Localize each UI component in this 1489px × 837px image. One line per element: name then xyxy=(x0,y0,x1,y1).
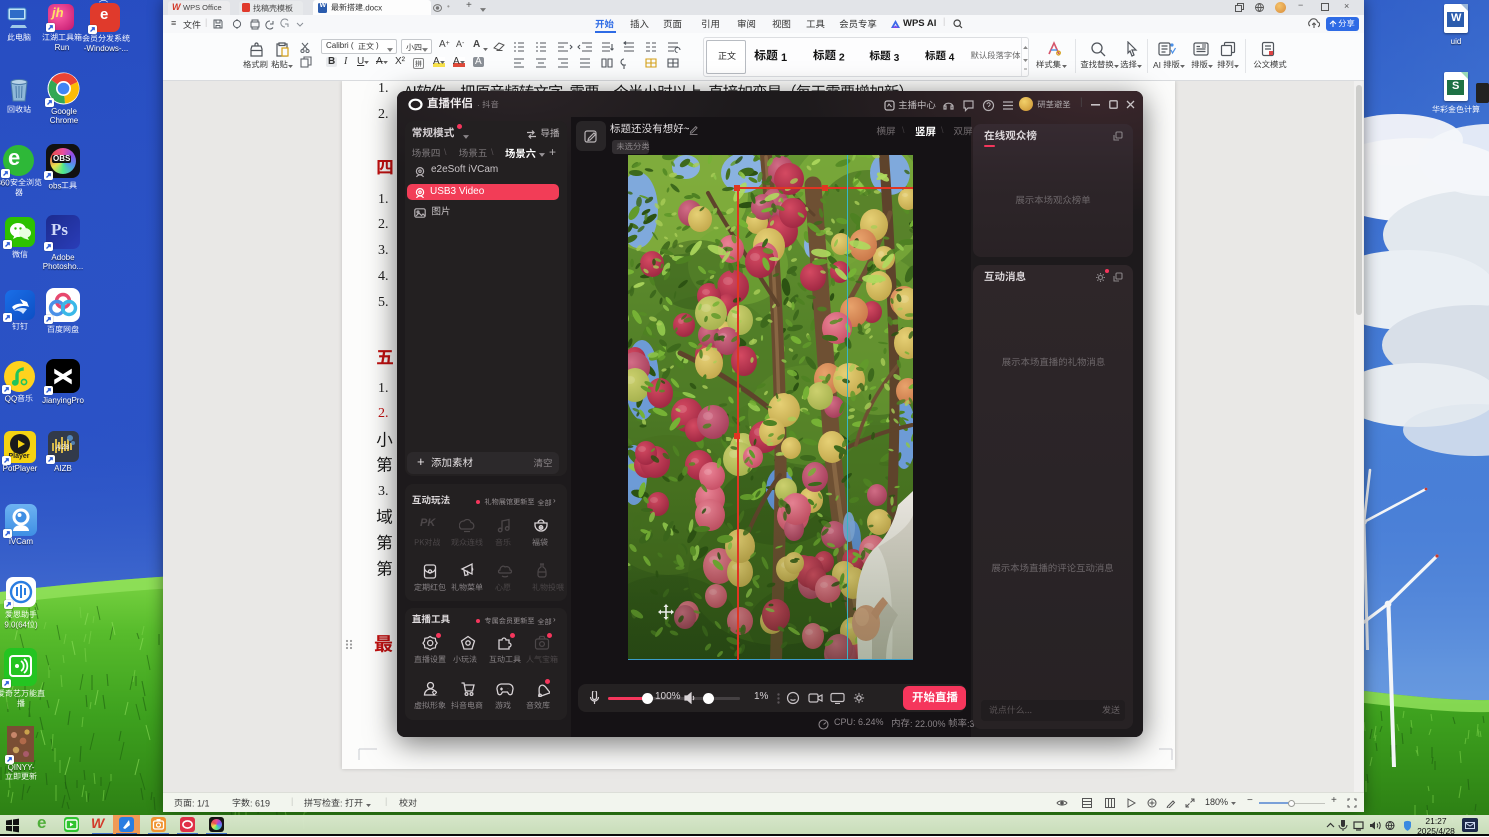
svg-text:AIZB: AIZB xyxy=(56,445,69,451)
